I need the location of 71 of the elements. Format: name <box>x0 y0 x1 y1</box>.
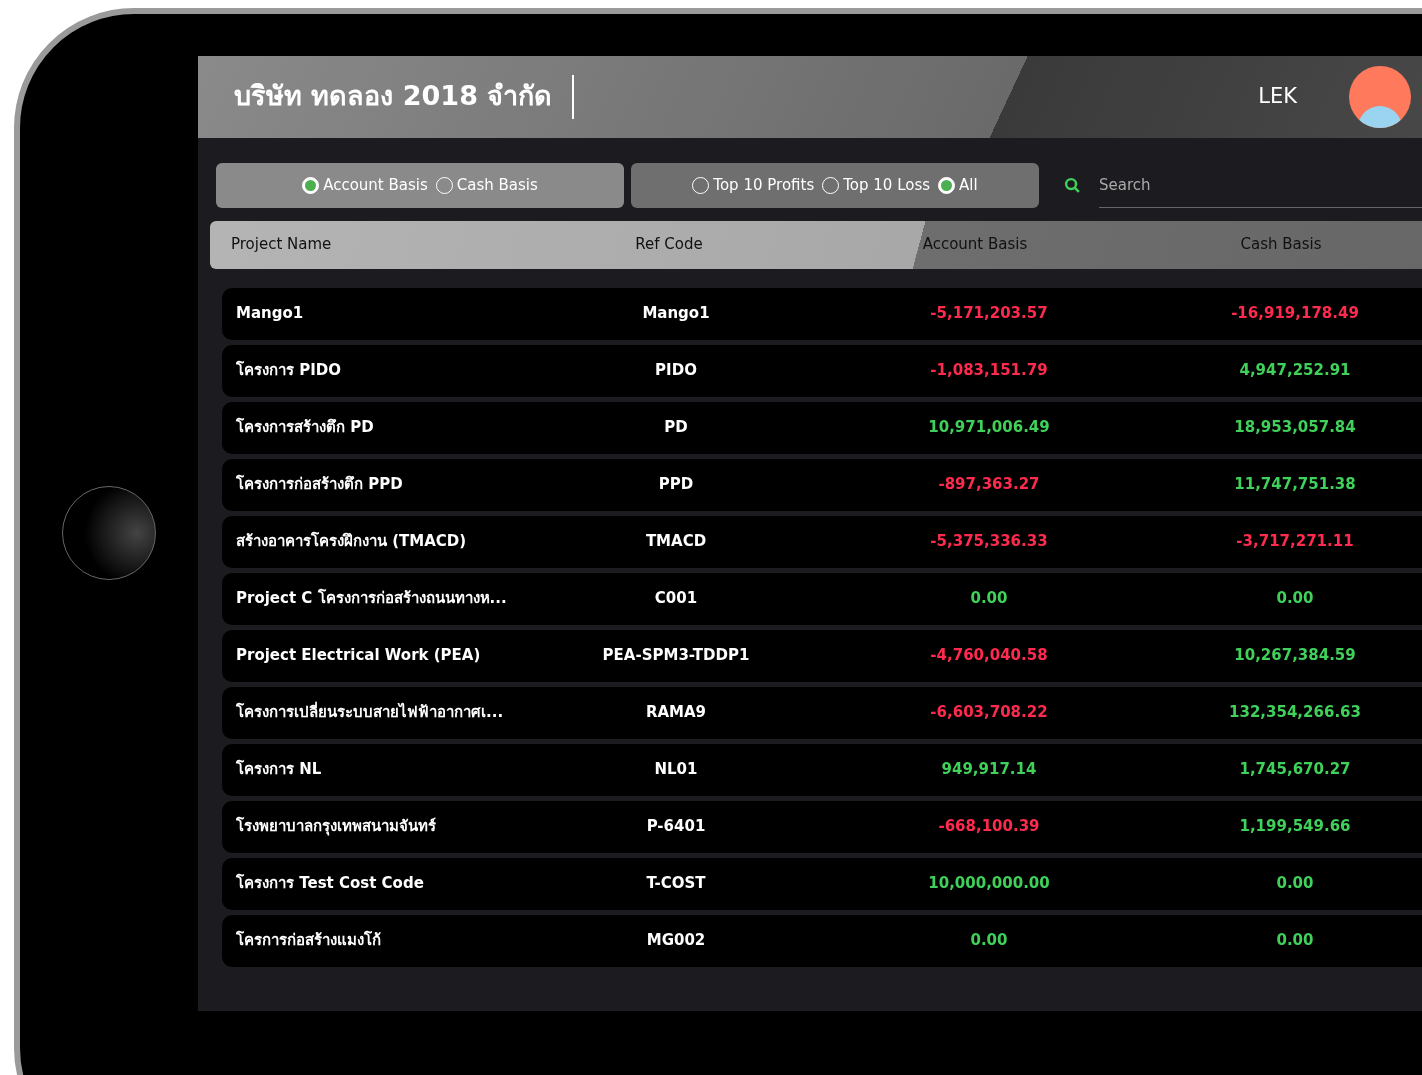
amount-cell-text: -897,363.27 <box>937 474 1041 496</box>
project-name-cell-text: โครงการสร้างตึก PD <box>235 417 375 439</box>
project-name-cell-text: สร้างอาคารโครงฝึกงาน (TMACD) <box>235 531 468 553</box>
radio-option[interactable]: Top 10 Profits <box>692 173 815 197</box>
search-field[interactable]: Search <box>1099 162 1422 208</box>
ref-code-cell-text: TMACD <box>644 531 708 553</box>
ref-code-cell-text: PD <box>663 417 689 439</box>
ref-code-cell-text: Mango1 <box>641 303 711 325</box>
amount-cell-text: 1,199,549.66 <box>1238 816 1352 838</box>
search-icon <box>1064 176 1081 194</box>
table-row[interactable]: Project Electrical Work (PEA) PEA-SPM3-TDDP1 -4,760,040.58 10,267,384.59 <box>222 629 1422 682</box>
amount-cell-text: -3,717,271.11 <box>1235 531 1355 553</box>
amount-cell-text: 1,745,670.27 <box>1238 759 1352 781</box>
amount-cell-text: -4,760,040.58 <box>929 645 1049 667</box>
project-name-cell-text: โครงการ Test Cost Code <box>235 873 425 895</box>
table-row[interactable]: โรงพยาบาลกรุงเทพสนามจันทร์ P-6401 -668,100.39 1,199,549.66 <box>222 800 1422 853</box>
table-row[interactable]: โครงการเปลี่ยนระบบสายไฟฟ้าอากาศเ... RAMA9 -6,603,708.22 132,354,266.63 <box>222 686 1422 739</box>
table-row[interactable]: โครงการก่อสร้างตึก PPD PPD -897,363.27 11,747,751.38 <box>222 458 1422 511</box>
user-name: LEK <box>1258 82 1297 110</box>
ref-code-cell-text: NL01 <box>653 759 699 781</box>
table-row[interactable]: Project C โครงการก่อสร้างถนนทางห... C001 0.00 0.00 <box>222 572 1422 625</box>
amount-cell-text: 10,000,000.00 <box>927 873 1051 895</box>
ref-code-cell-text: MG002 <box>645 930 707 952</box>
table-row[interactable]: โครงการ PIDO PIDO -1,083,151.79 4,947,252.91 <box>222 344 1422 397</box>
table-row[interactable]: โครการก่อสร้างแมงโก้ MG002 0.00 0.00 <box>222 914 1422 967</box>
amount-cell-text: -5,375,336.33 <box>929 531 1049 553</box>
company-title: บริษัท ทดลอง 2018 จำกัด <box>234 79 553 114</box>
project-name-cell-text: Project C โครงการก่อสร้างถนนทางห... <box>235 588 508 610</box>
radio-option[interactable]: Top 10 Loss <box>822 173 931 197</box>
ref-code-cell-text: P-6401 <box>645 816 707 838</box>
project-name-cell-text: Project Electrical Work (PEA) <box>235 645 482 667</box>
ref-code-cell-text: PPD <box>657 474 695 496</box>
amount-cell-text: 0.00 <box>1275 930 1315 952</box>
project-name-cell-text: โครงการเปลี่ยนระบบสายไฟฟ้าอากาศเ... <box>235 701 505 724</box>
project-name-cell-text: โครการก่อสร้างแมงโก้ <box>235 930 382 952</box>
project-name-cell-text: โครงการก่อสร้างตึก PPD <box>235 474 404 496</box>
amount-cell-text: 0.00 <box>969 930 1009 952</box>
amount-cell-text: -668,100.39 <box>937 816 1041 838</box>
table-row[interactable]: สร้างอาคารโครงฝึกงาน (TMACD) TMACD -5,375,336.33 -3,717,271.11 <box>222 515 1422 568</box>
column-header: Account Basis <box>921 234 1029 256</box>
ref-code-cell-text: C001 <box>653 588 699 610</box>
ref-code-cell-text: PEA-SPM3-TDDP1 <box>601 645 751 667</box>
ref-code-cell-text: PIDO <box>654 360 698 382</box>
amount-cell-text: -1,083,151.79 <box>929 360 1049 382</box>
ref-code-cell-text: T-COST <box>645 873 707 895</box>
column-header: Ref Code <box>634 234 704 256</box>
project-name-cell-text: โครงการ NL <box>235 759 323 781</box>
amount-cell-text: 132,354,266.63 <box>1228 702 1362 724</box>
project-name-cell-text: โครงการ PIDO <box>235 360 342 382</box>
amount-cell-text: -6,603,708.22 <box>929 702 1049 724</box>
amount-cell-text: 11,747,751.38 <box>1233 474 1357 496</box>
amount-cell-text: 0.00 <box>1275 873 1315 895</box>
amount-cell-text: 10,267,384.59 <box>1233 645 1357 667</box>
amount-cell-text: 4,947,252.91 <box>1238 360 1352 382</box>
column-header: Cash Basis <box>1239 234 1323 256</box>
table-row[interactable]: โครงการ Test Cost Code T-COST 10,000,000.00 0.00 <box>222 857 1422 910</box>
amount-cell-text: 18,953,057.84 <box>1233 417 1357 439</box>
amount-cell-text: -16,919,178.49 <box>1230 303 1360 325</box>
table-row[interactable]: โครงการสร้างตึก PD PD 10,971,006.49 18,953,057.84 <box>222 401 1422 454</box>
radio-option[interactable]: All <box>938 173 978 197</box>
project-name-cell-text: โรงพยาบาลกรุงเทพสนามจันทร์ <box>235 816 437 838</box>
amount-cell-text: 0.00 <box>969 588 1009 610</box>
project-name-cell-text: Mango1 <box>235 303 305 325</box>
table-row[interactable]: โครงการ NL NL01 949,917.14 1,745,670.27 <box>222 743 1422 796</box>
column-header: Project Name <box>230 234 333 256</box>
amount-cell-text: 0.00 <box>1275 588 1315 610</box>
ref-code-cell-text: RAMA9 <box>644 702 708 724</box>
amount-cell-text: -5,171,203.57 <box>929 303 1049 325</box>
amount-cell-text: 949,917.14 <box>940 759 1038 781</box>
table-row[interactable]: Mango1 Mango1 -5,171,203.57 -16,919,178.49 <box>222 287 1422 340</box>
amount-cell-text: 10,971,006.49 <box>927 417 1051 439</box>
